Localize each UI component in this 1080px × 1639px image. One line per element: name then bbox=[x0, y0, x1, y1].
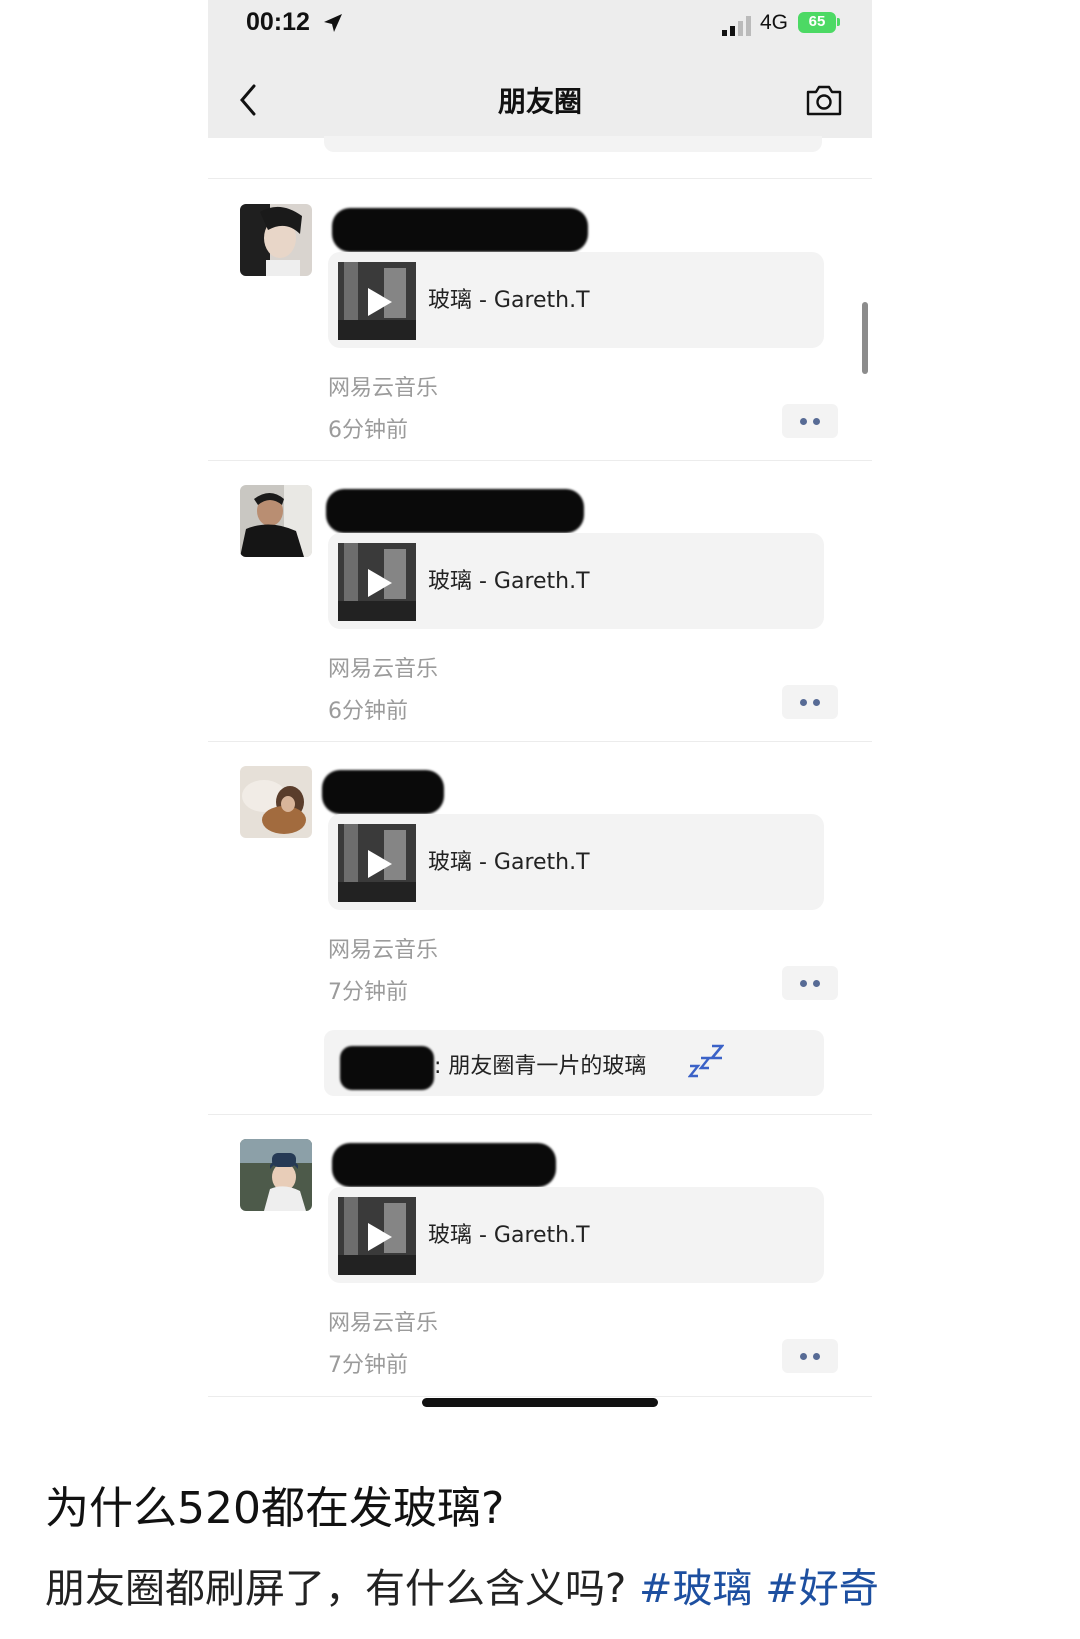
post-caption-body: 朋友圈都刷屏了，有什么含义吗? #玻璃 #好奇 bbox=[45, 1556, 879, 1614]
comment-text: : 朋友圈青一片的玻璃 bbox=[434, 1054, 647, 1079]
song-title: 玻璃 - Gareth.T bbox=[428, 850, 590, 875]
more-actions-button[interactable] bbox=[782, 1339, 838, 1373]
source-app-label[interactable]: 网易云音乐 bbox=[328, 370, 438, 402]
nav-bar: 朋友圈 bbox=[208, 62, 872, 138]
redacted-username bbox=[322, 770, 444, 814]
post-time: 7分钟前 bbox=[328, 1353, 408, 1378]
music-share-card[interactable]: 玻璃 - Gareth.T bbox=[328, 814, 824, 910]
phone-screenshot: 00:12 4G 65 朋友圈 玻璃 - Gareth.T 网易云音乐 6分钟前… bbox=[208, 0, 872, 1420]
hashtag-link[interactable]: #好奇 bbox=[765, 1566, 879, 1612]
song-title: 玻璃 - Gareth.T bbox=[428, 288, 590, 313]
play-icon[interactable] bbox=[364, 1221, 394, 1253]
album-cover bbox=[338, 262, 416, 340]
avatar[interactable] bbox=[240, 485, 312, 557]
cellular-signal-icon bbox=[722, 16, 751, 36]
battery-level: 65 bbox=[808, 13, 826, 30]
previous-post-card bbox=[324, 136, 822, 152]
page-title: 朋友圈 bbox=[497, 85, 582, 118]
divider bbox=[208, 460, 872, 461]
redacted-username bbox=[332, 1143, 556, 1187]
album-cover bbox=[338, 1197, 416, 1275]
divider bbox=[208, 178, 872, 179]
music-share-card[interactable]: 玻璃 - Gareth.T bbox=[328, 533, 824, 629]
battery-nub bbox=[837, 18, 840, 26]
divider bbox=[208, 1396, 872, 1397]
album-cover bbox=[338, 543, 416, 621]
network-type: 4G bbox=[760, 11, 789, 34]
music-share-card[interactable]: 玻璃 - Gareth.T bbox=[328, 252, 824, 348]
scrollbar[interactable] bbox=[862, 302, 868, 374]
camera-icon[interactable] bbox=[804, 82, 844, 118]
sleepy-zzz-icon bbox=[688, 1044, 724, 1078]
location-arrow-icon bbox=[324, 14, 342, 32]
avatar[interactable] bbox=[240, 766, 312, 838]
more-actions-button[interactable] bbox=[782, 966, 838, 1000]
more-actions-button[interactable] bbox=[782, 404, 838, 438]
source-app-label[interactable]: 网易云音乐 bbox=[328, 932, 438, 964]
song-title: 玻璃 - Gareth.T bbox=[428, 569, 590, 594]
more-actions-button[interactable] bbox=[782, 685, 838, 719]
post-time: 6分钟前 bbox=[328, 418, 408, 443]
divider bbox=[208, 741, 872, 742]
album-cover bbox=[338, 824, 416, 902]
post-caption-title: 为什么520都在发玻璃? bbox=[45, 1483, 505, 1534]
caption-text: 朋友圈都刷屏了，有什么含义吗? bbox=[45, 1566, 627, 1612]
battery-icon: 65 bbox=[798, 12, 836, 33]
avatar[interactable] bbox=[240, 1139, 312, 1211]
play-icon[interactable] bbox=[364, 286, 394, 318]
post-time: 6分钟前 bbox=[328, 699, 408, 724]
comment-box: : 朋友圈青一片的玻璃 bbox=[324, 1030, 824, 1096]
source-app-label[interactable]: 网易云音乐 bbox=[328, 651, 438, 683]
home-indicator[interactable] bbox=[422, 1398, 658, 1407]
redacted-username bbox=[332, 208, 588, 252]
music-share-card[interactable]: 玻璃 - Gareth.T bbox=[328, 1187, 824, 1283]
status-bar: 00:12 4G 65 bbox=[208, 0, 872, 62]
hashtag-link[interactable]: #玻璃 bbox=[639, 1566, 753, 1612]
source-app-label[interactable]: 网易云音乐 bbox=[328, 1305, 438, 1337]
divider bbox=[208, 1114, 872, 1115]
post-time: 7分钟前 bbox=[328, 980, 408, 1005]
song-title: 玻璃 - Gareth.T bbox=[428, 1223, 590, 1248]
play-icon[interactable] bbox=[364, 567, 394, 599]
avatar[interactable] bbox=[240, 204, 312, 276]
redacted-username bbox=[326, 489, 584, 533]
play-icon[interactable] bbox=[364, 848, 394, 880]
status-time: 00:12 bbox=[246, 8, 310, 36]
redacted-commenter[interactable] bbox=[340, 1046, 434, 1090]
